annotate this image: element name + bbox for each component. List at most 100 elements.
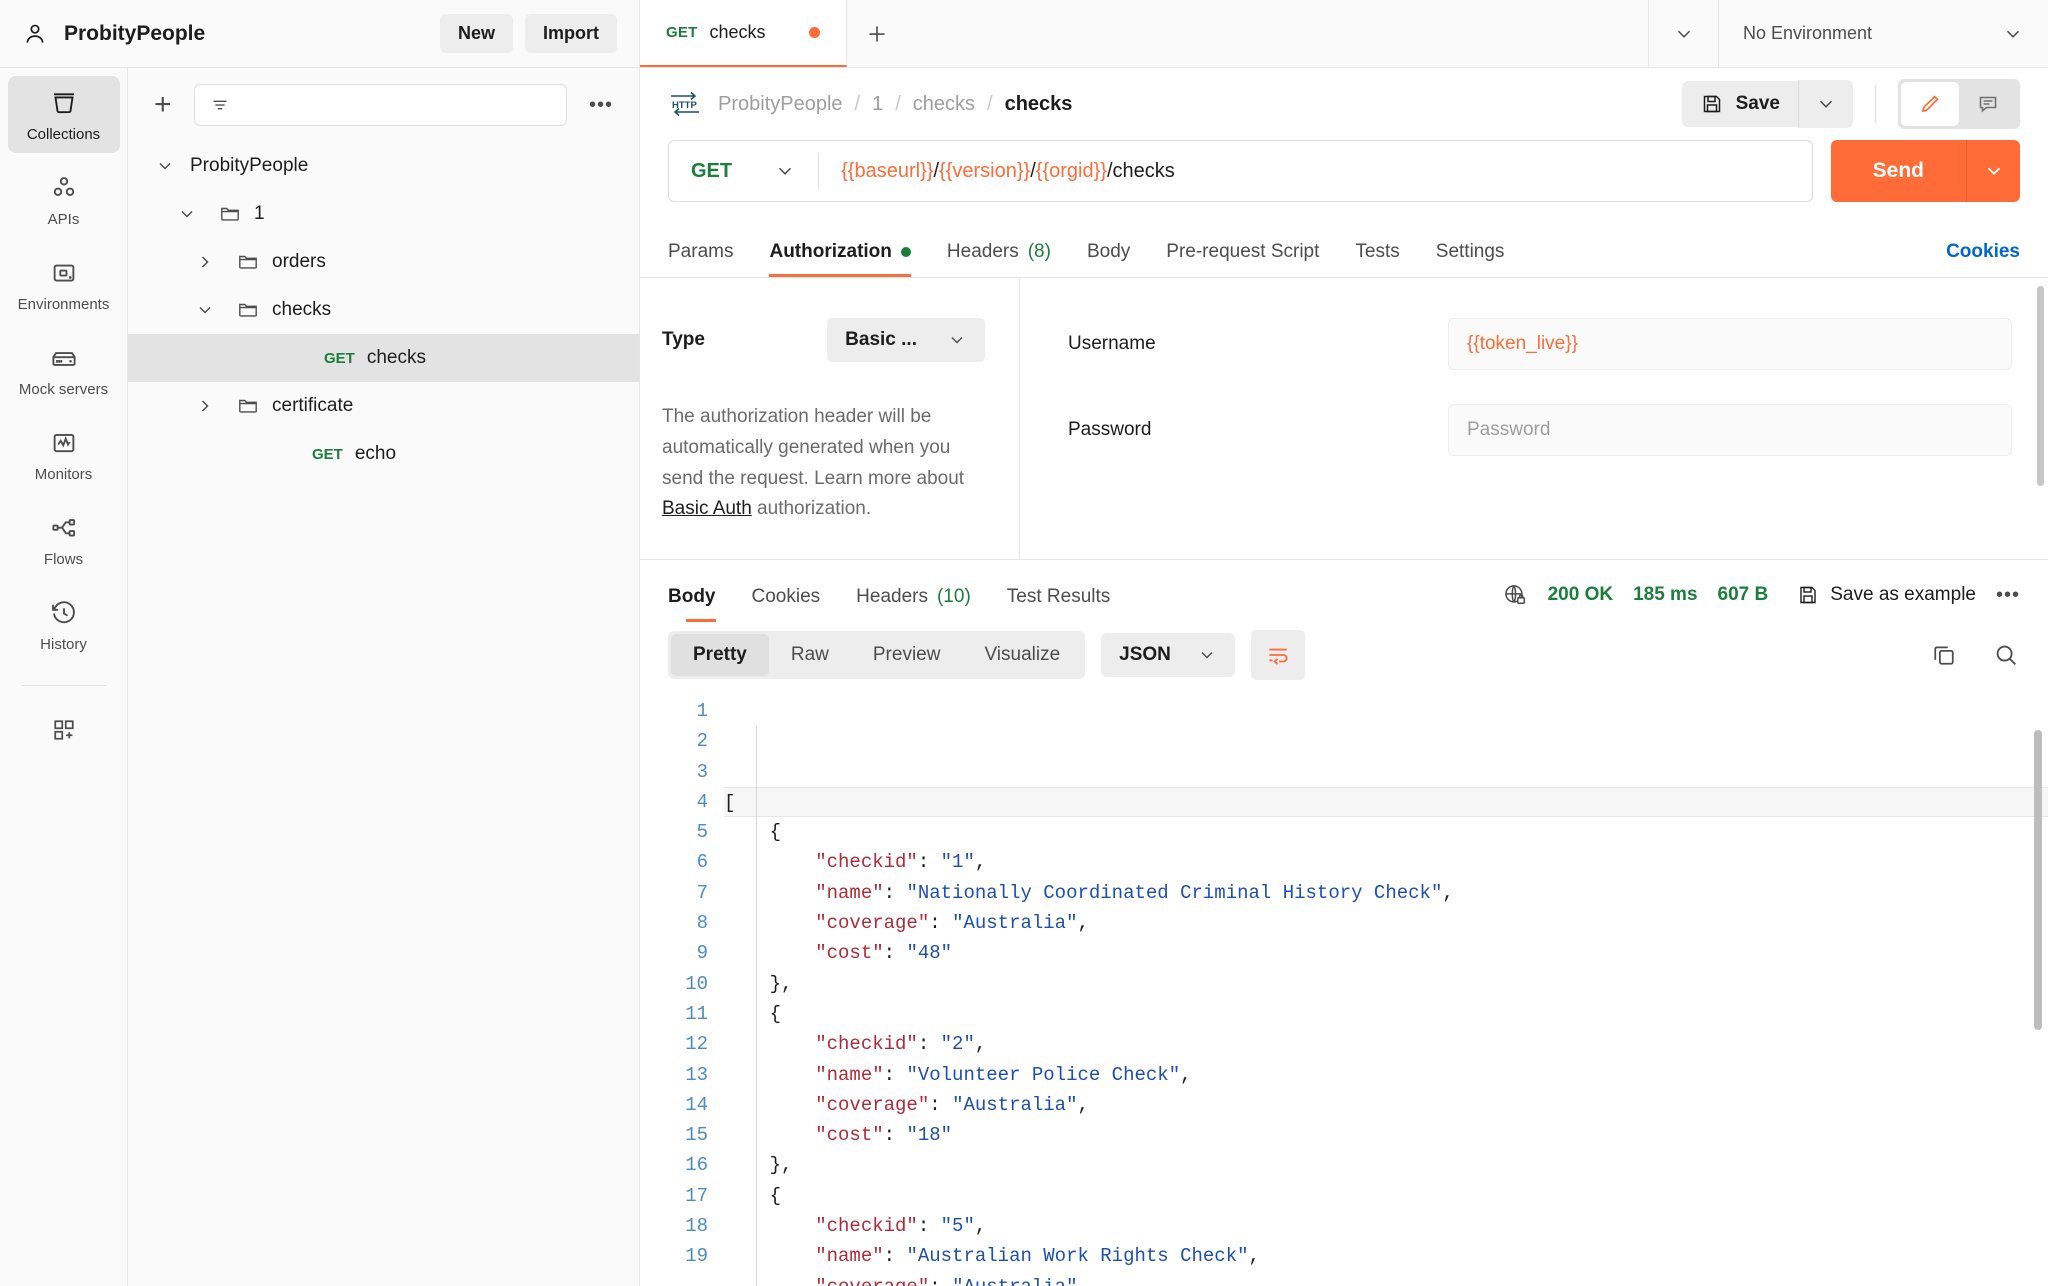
auth-type-select[interactable]: Basic ... (827, 318, 985, 362)
username-field[interactable]: {{token_live}} (1448, 318, 2012, 370)
tree-item-orders[interactable]: orders (128, 238, 639, 286)
view-mode-raw[interactable]: Raw (769, 634, 851, 676)
breadcrumb-item-folder-1[interactable]: 1 (872, 93, 883, 116)
search-input[interactable] (194, 84, 567, 126)
response-body-code[interactable]: [ { "checkid": "1", "name": "Nationally … (724, 690, 2048, 1286)
chevron-down-icon[interactable] (170, 204, 204, 224)
code-token: "checkid" (815, 851, 918, 873)
tab-body[interactable]: Body (1069, 241, 1148, 277)
sidebar-item-environments[interactable]: Environments (8, 246, 120, 323)
basic-auth-link[interactable]: Basic Auth (662, 498, 752, 519)
tab-settings[interactable]: Settings (1418, 241, 1523, 277)
code-token: , (975, 1033, 986, 1055)
new-tab-button[interactable] (847, 0, 907, 67)
username-row: Username {{token_live}} (1068, 318, 2012, 370)
search-icon[interactable] (1992, 641, 2020, 669)
breadcrumb-item-folder-checks[interactable]: checks (913, 93, 975, 116)
chevron-down-icon[interactable] (148, 156, 182, 176)
tree-item-request-echo[interactable]: GET echo (128, 430, 639, 478)
add-apps-button[interactable] (8, 704, 120, 754)
sidebar-item-history[interactable]: History (8, 586, 120, 663)
code-token: : (918, 1215, 941, 1237)
code-token (724, 1033, 815, 1055)
code-token: "Nationally Coordinated Criminal History… (906, 882, 1442, 904)
response-format-select[interactable]: JSON (1101, 633, 1235, 677)
tree-item-label: 1 (254, 203, 265, 225)
tab-headers[interactable]: Headers (8) (929, 241, 1069, 277)
tree-item-certificate[interactable]: certificate (128, 382, 639, 430)
request-tab-strip: GET checks (640, 0, 1718, 67)
flows-icon (49, 513, 79, 543)
response-tab-cookies[interactable]: Cookies (734, 586, 839, 622)
auth-panel-scrollbar[interactable] (2037, 286, 2044, 486)
grid-plus-icon (50, 716, 78, 744)
tab-tests[interactable]: Tests (1337, 241, 1417, 277)
send-options-chevron-down-icon[interactable] (1966, 140, 2020, 202)
line-number: 12 (668, 1029, 708, 1059)
tab-authorization[interactable]: Authorization (751, 241, 928, 277)
tree-item-checks-folder[interactable]: checks (128, 286, 639, 334)
breadcrumb-item-collection[interactable]: ProbityPeople (718, 93, 843, 116)
tab-pre-request-script[interactable]: Pre-request Script (1148, 241, 1337, 277)
breadcrumb-separator: / (855, 93, 861, 116)
view-mode-pretty[interactable]: Pretty (671, 634, 769, 676)
sidebar-item-apis[interactable]: APIs (8, 161, 120, 238)
send-button[interactable]: Send (1831, 140, 1966, 202)
url-bar: GET {{baseurl}}/{{version}}/{{orgid}}/ch… (640, 140, 2048, 222)
tab-label: Authorization (769, 241, 891, 263)
environment-selector[interactable]: No Environment (1718, 0, 2048, 67)
code-token: : (929, 1094, 952, 1116)
edit-mode-button[interactable] (1901, 82, 1959, 126)
auth-type-value: Basic ... (845, 329, 917, 351)
sidebar-item-mock-servers[interactable]: Mock servers (8, 331, 120, 408)
tree-item-folder-1[interactable]: 1 (128, 190, 639, 238)
comment-mode-button[interactable] (1959, 82, 2017, 126)
unsaved-changes-dot (809, 27, 820, 38)
import-button[interactable]: Import (525, 14, 617, 53)
tab-list-chevron-down-icon[interactable] (1648, 0, 1718, 67)
word-wrap-icon[interactable] (1251, 630, 1305, 680)
more-horizontal-icon[interactable]: ••• (583, 94, 619, 117)
response-body-viewer[interactable]: 12345678910111213141516171819 [ { "check… (640, 690, 2048, 1286)
view-mode-visualize[interactable]: Visualize (962, 634, 1082, 676)
tab-params[interactable]: Params (668, 241, 751, 277)
new-button[interactable]: New (440, 14, 513, 53)
request-pane: HTTP ProbityPeople / 1 / checks / checks (640, 68, 2048, 1286)
response-tab-test-results[interactable]: Test Results (989, 586, 1128, 622)
code-token (724, 942, 815, 964)
code-line: { (724, 999, 2048, 1029)
comment-icon (1976, 92, 2000, 116)
cookies-link[interactable]: Cookies (1946, 241, 2020, 277)
save-as-example-button[interactable]: Save as example (1796, 583, 1976, 607)
view-mode-preview[interactable]: Preview (851, 634, 963, 676)
more-horizontal-icon[interactable]: ••• (1996, 584, 2020, 607)
response-tab-headers[interactable]: Headers (10) (838, 586, 989, 622)
sidebar-item-flows[interactable]: Flows (8, 501, 120, 578)
password-field[interactable]: Password (1448, 404, 2012, 456)
save-options-chevron-down-icon[interactable] (1798, 80, 1853, 128)
response-tab-body[interactable]: Body (668, 586, 734, 622)
tree-item-probitypeople[interactable]: ProbityPeople (128, 142, 639, 190)
tab-label: Settings (1436, 241, 1505, 263)
url-input[interactable]: {{baseurl}}/{{version}}/{{orgid}}/checks (819, 160, 1812, 183)
line-number: 10 (668, 969, 708, 999)
code-line: { (724, 817, 2048, 847)
request-tab-checks[interactable]: GET checks (640, 0, 847, 67)
tree-item-request-checks[interactable]: GET checks (128, 334, 639, 382)
save-button[interactable]: Save (1682, 81, 1798, 127)
code-token: : (884, 1245, 907, 1267)
chevron-right-icon[interactable] (188, 396, 222, 416)
globe-lock-icon[interactable] (1502, 582, 1528, 608)
method-selector[interactable]: GET (669, 141, 818, 201)
sidebar-item-monitors[interactable]: Monitors (8, 416, 120, 493)
line-number: 19 (668, 1241, 708, 1271)
tab-label: Test Results (1007, 586, 1110, 608)
code-line: "coverage": "Australia", (724, 1272, 2048, 1286)
chevron-right-icon[interactable] (188, 252, 222, 272)
sidebar-item-collections[interactable]: Collections (8, 76, 120, 153)
line-number: 2 (668, 726, 708, 756)
plus-icon[interactable]: + (148, 90, 178, 120)
chevron-down-icon[interactable] (188, 300, 222, 320)
response-body-scrollbar[interactable] (2034, 730, 2042, 1030)
copy-icon[interactable] (1930, 641, 1958, 669)
